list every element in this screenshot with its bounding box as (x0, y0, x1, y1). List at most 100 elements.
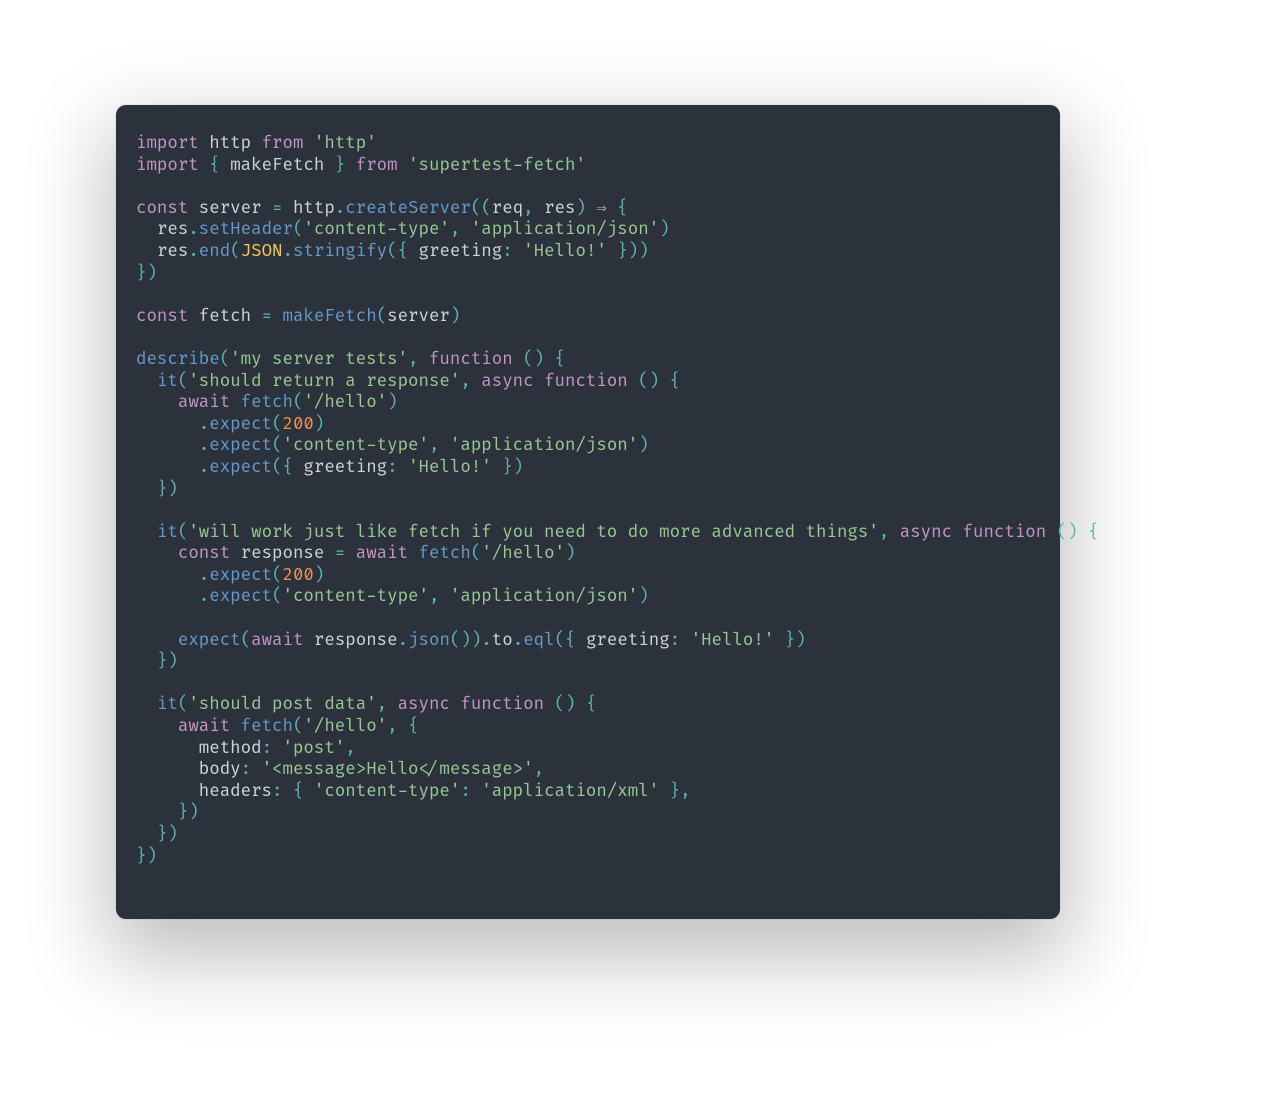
token-pun (136, 414, 199, 435)
token-op: ( (220, 349, 230, 370)
token-op: = (262, 306, 272, 327)
token-kw: await (178, 392, 230, 413)
token-op: ( (293, 219, 303, 240)
token-op: (( (471, 198, 492, 219)
code-block: import http from 'http' import { makeFet… (136, 133, 1040, 867)
token-kw: async (398, 694, 450, 715)
token-op: } (324, 155, 345, 176)
token-op: ( (272, 586, 282, 607)
token-kw: from (262, 133, 304, 154)
token-str: 'will work just like fetch if you need t… (188, 522, 878, 543)
token-pun (136, 479, 157, 500)
token-pun (419, 349, 429, 370)
token-op: ( (377, 306, 387, 327)
token-op: , (460, 371, 470, 392)
token-op: , (429, 586, 439, 607)
token-op: { (555, 349, 565, 370)
token-op: , (345, 738, 355, 759)
token-pun (136, 392, 178, 413)
token-str: 'application/xml' (481, 781, 659, 802)
token-op: }) (157, 479, 178, 500)
token-op: { (293, 781, 314, 802)
token-fn: fetch (241, 716, 293, 737)
token-pln: greeting (419, 241, 503, 262)
token-op: . (513, 630, 523, 651)
token-op: }) (492, 457, 523, 478)
token-op: { (1088, 522, 1098, 543)
token-pun (136, 219, 157, 240)
token-op: , (377, 694, 387, 715)
token-kw: function (963, 522, 1047, 543)
token-arrow: ⇒ (596, 198, 606, 219)
token-op: ( (293, 716, 303, 737)
token-op: ( (178, 371, 188, 392)
token-pun (251, 133, 261, 154)
token-op: ( (471, 543, 481, 564)
token-str: 'content-type' (303, 219, 449, 240)
token-kw: const (136, 306, 188, 327)
token-pun (607, 198, 617, 219)
token-pun (136, 630, 178, 651)
token-fn: makeFetch (283, 306, 377, 327)
token-op: : (670, 630, 680, 651)
token-str: 'application/json' (450, 586, 638, 607)
token-pln: response (314, 630, 398, 651)
token-pun (544, 694, 554, 715)
token-kw: async (900, 522, 952, 543)
token-fn: eql (523, 630, 554, 651)
token-pun (199, 155, 209, 176)
token-pun (398, 716, 408, 737)
token-pun (450, 694, 460, 715)
token-op: : (502, 241, 512, 262)
token-str: 'application/json' (471, 219, 659, 240)
token-op: : (387, 457, 397, 478)
token-pun (303, 133, 313, 154)
token-fn: json (408, 630, 450, 651)
token-op: { (408, 716, 418, 737)
token-pun (680, 630, 690, 651)
token-fn: it (157, 371, 178, 392)
token-op: ( (272, 565, 282, 586)
token-pln: body (199, 759, 241, 780)
token-pun (1046, 522, 1056, 543)
token-pln: greeting (303, 457, 387, 478)
token-op: . (188, 241, 198, 262)
token-pun (136, 565, 199, 586)
token-pln: headers (199, 781, 272, 802)
token-pun (136, 586, 199, 607)
token-op: ) (314, 414, 324, 435)
token-pln: res (544, 198, 575, 219)
token-op: = (335, 543, 345, 564)
token-pun (544, 349, 554, 370)
token-op: , (534, 759, 544, 780)
token-kw: import (136, 155, 199, 176)
token-op: : (272, 781, 282, 802)
token-str: 'content-type' (283, 435, 429, 456)
token-op: . (335, 198, 345, 219)
token-op: . (199, 565, 209, 586)
token-pun (136, 759, 199, 780)
token-op: { (209, 155, 230, 176)
token-pln: method (199, 738, 262, 759)
token-op: ( (178, 522, 188, 543)
token-pun (408, 543, 418, 564)
token-str: '<message>Hello</message>' (262, 759, 534, 780)
token-pun (534, 371, 544, 392)
token-fn: setHeader (199, 219, 293, 240)
token-pun (282, 781, 292, 802)
token-op: { (617, 198, 627, 219)
token-op: ({ (387, 241, 418, 262)
token-pun (136, 781, 199, 802)
token-op: }) (136, 846, 157, 867)
token-pun (1078, 522, 1088, 543)
token-op: ( (241, 630, 251, 651)
token-pln: makeFetch (230, 155, 324, 176)
token-op: { (670, 371, 680, 392)
token-op: () (555, 694, 576, 715)
token-pun (136, 241, 157, 262)
token-fn: fetch (419, 543, 471, 564)
token-kw: await (356, 543, 408, 564)
token-kw: const (178, 543, 230, 564)
token-op: . (199, 414, 209, 435)
token-fn: expect (209, 586, 272, 607)
